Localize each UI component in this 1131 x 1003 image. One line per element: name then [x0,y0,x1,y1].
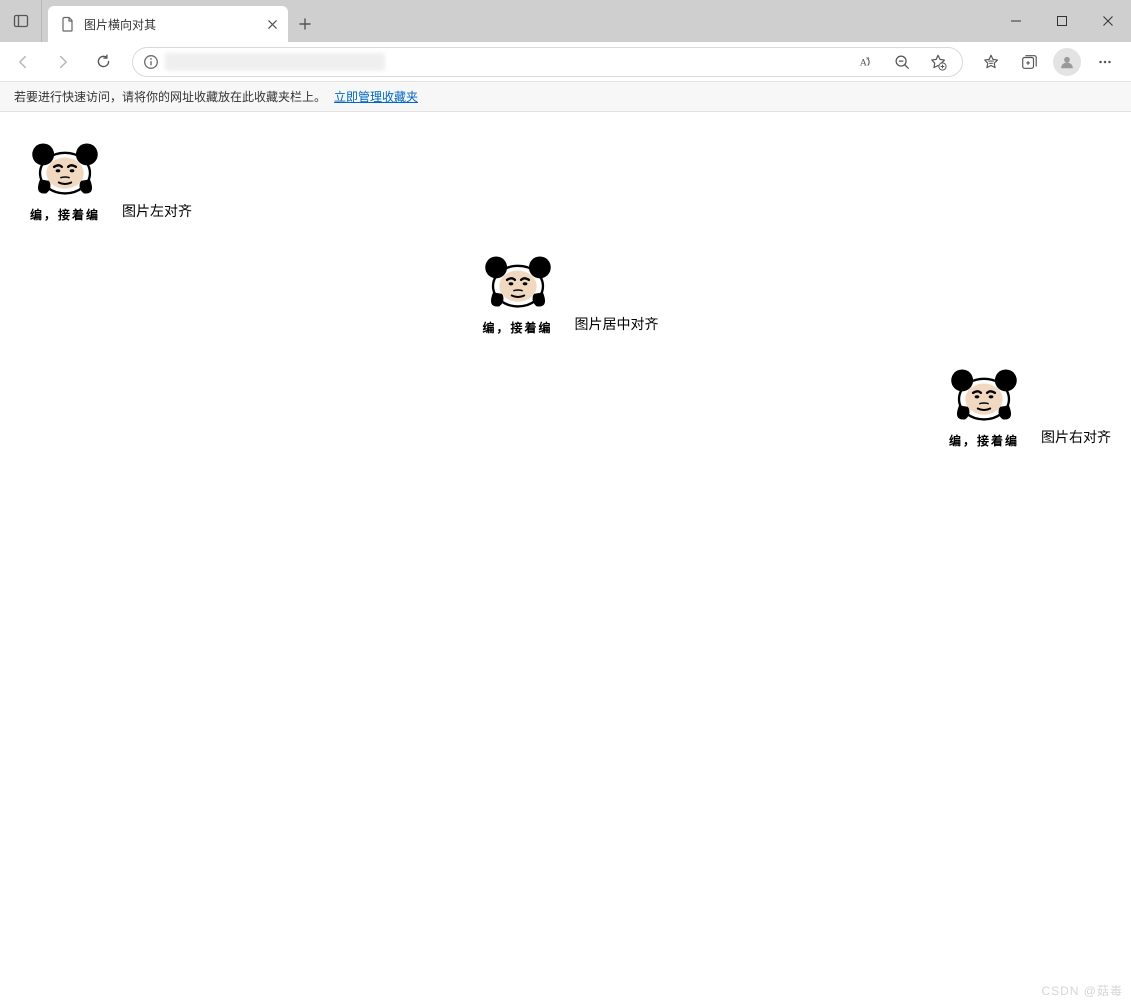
meme-caption: 编，接着编 [949,432,1019,449]
tab-title: 图片横向对其 [84,16,256,33]
new-tab-button[interactable] [288,6,322,42]
favorites-prompt: 若要进行快速访问，请将你的网址收藏放在此收藏夹栏上。 [14,88,326,105]
label-right-align: 图片右对齐 [1041,427,1111,449]
panda-icon [26,140,104,200]
avatar-icon [1053,48,1081,76]
add-favorite-icon[interactable] [922,46,954,78]
refresh-button[interactable] [86,45,120,79]
browser-tab[interactable]: 图片横向对其 [48,6,288,42]
forward-button[interactable] [46,45,80,79]
panda-icon [479,253,557,313]
meme-caption: 编，接着编 [482,319,552,336]
label-left-align: 图片左对齐 [122,201,192,223]
row-right-align: 编，接着编 图片右对齐 [20,366,1111,449]
maximize-button[interactable] [1039,0,1085,42]
tab-close-button[interactable] [264,16,280,32]
meme-image-left: 编，接着编 [20,140,110,223]
profile-button[interactable] [1051,46,1083,78]
site-info-icon[interactable] [143,54,159,70]
tab-actions-button[interactable] [0,0,42,42]
file-icon [60,16,76,32]
meme-caption: 编，接着编 [30,206,100,223]
manage-favorites-link[interactable]: 立即管理收藏夹 [334,88,418,105]
page-content: 编，接着编 图片左对齐 编，接着编 图片居中对齐 编，接着编 图片右对齐 CSD… [0,112,1131,1003]
row-center-align: 编，接着编 图片居中对齐 [20,253,1111,336]
collections-button[interactable] [1013,46,1045,78]
address-bar[interactable]: A» [132,47,963,77]
browser-toolbar: A» [0,42,1131,82]
panda-icon [945,366,1023,426]
close-window-button[interactable] [1085,0,1131,42]
read-aloud-icon[interactable]: A» [850,46,882,78]
row-left-align: 编，接着编 图片左对齐 [20,140,1111,223]
back-button[interactable] [6,45,40,79]
label-center-align: 图片居中对齐 [575,314,659,336]
meme-image-center: 编，接着编 [473,253,563,336]
zoom-icon[interactable] [886,46,918,78]
title-bar: 图片横向对其 [0,0,1131,42]
watermark: CSDN @菇毒 [1041,982,1123,999]
favorites-bar: 若要进行快速访问，请将你的网址收藏放在此收藏夹栏上。 立即管理收藏夹 [0,82,1131,112]
minimize-button[interactable] [993,0,1039,42]
url-blurred [165,53,385,71]
more-button[interactable] [1089,46,1121,78]
svg-text:»: » [866,55,870,62]
favorites-button[interactable] [975,46,1007,78]
meme-image-right: 编，接着编 [939,366,1029,449]
window-controls [993,0,1131,42]
